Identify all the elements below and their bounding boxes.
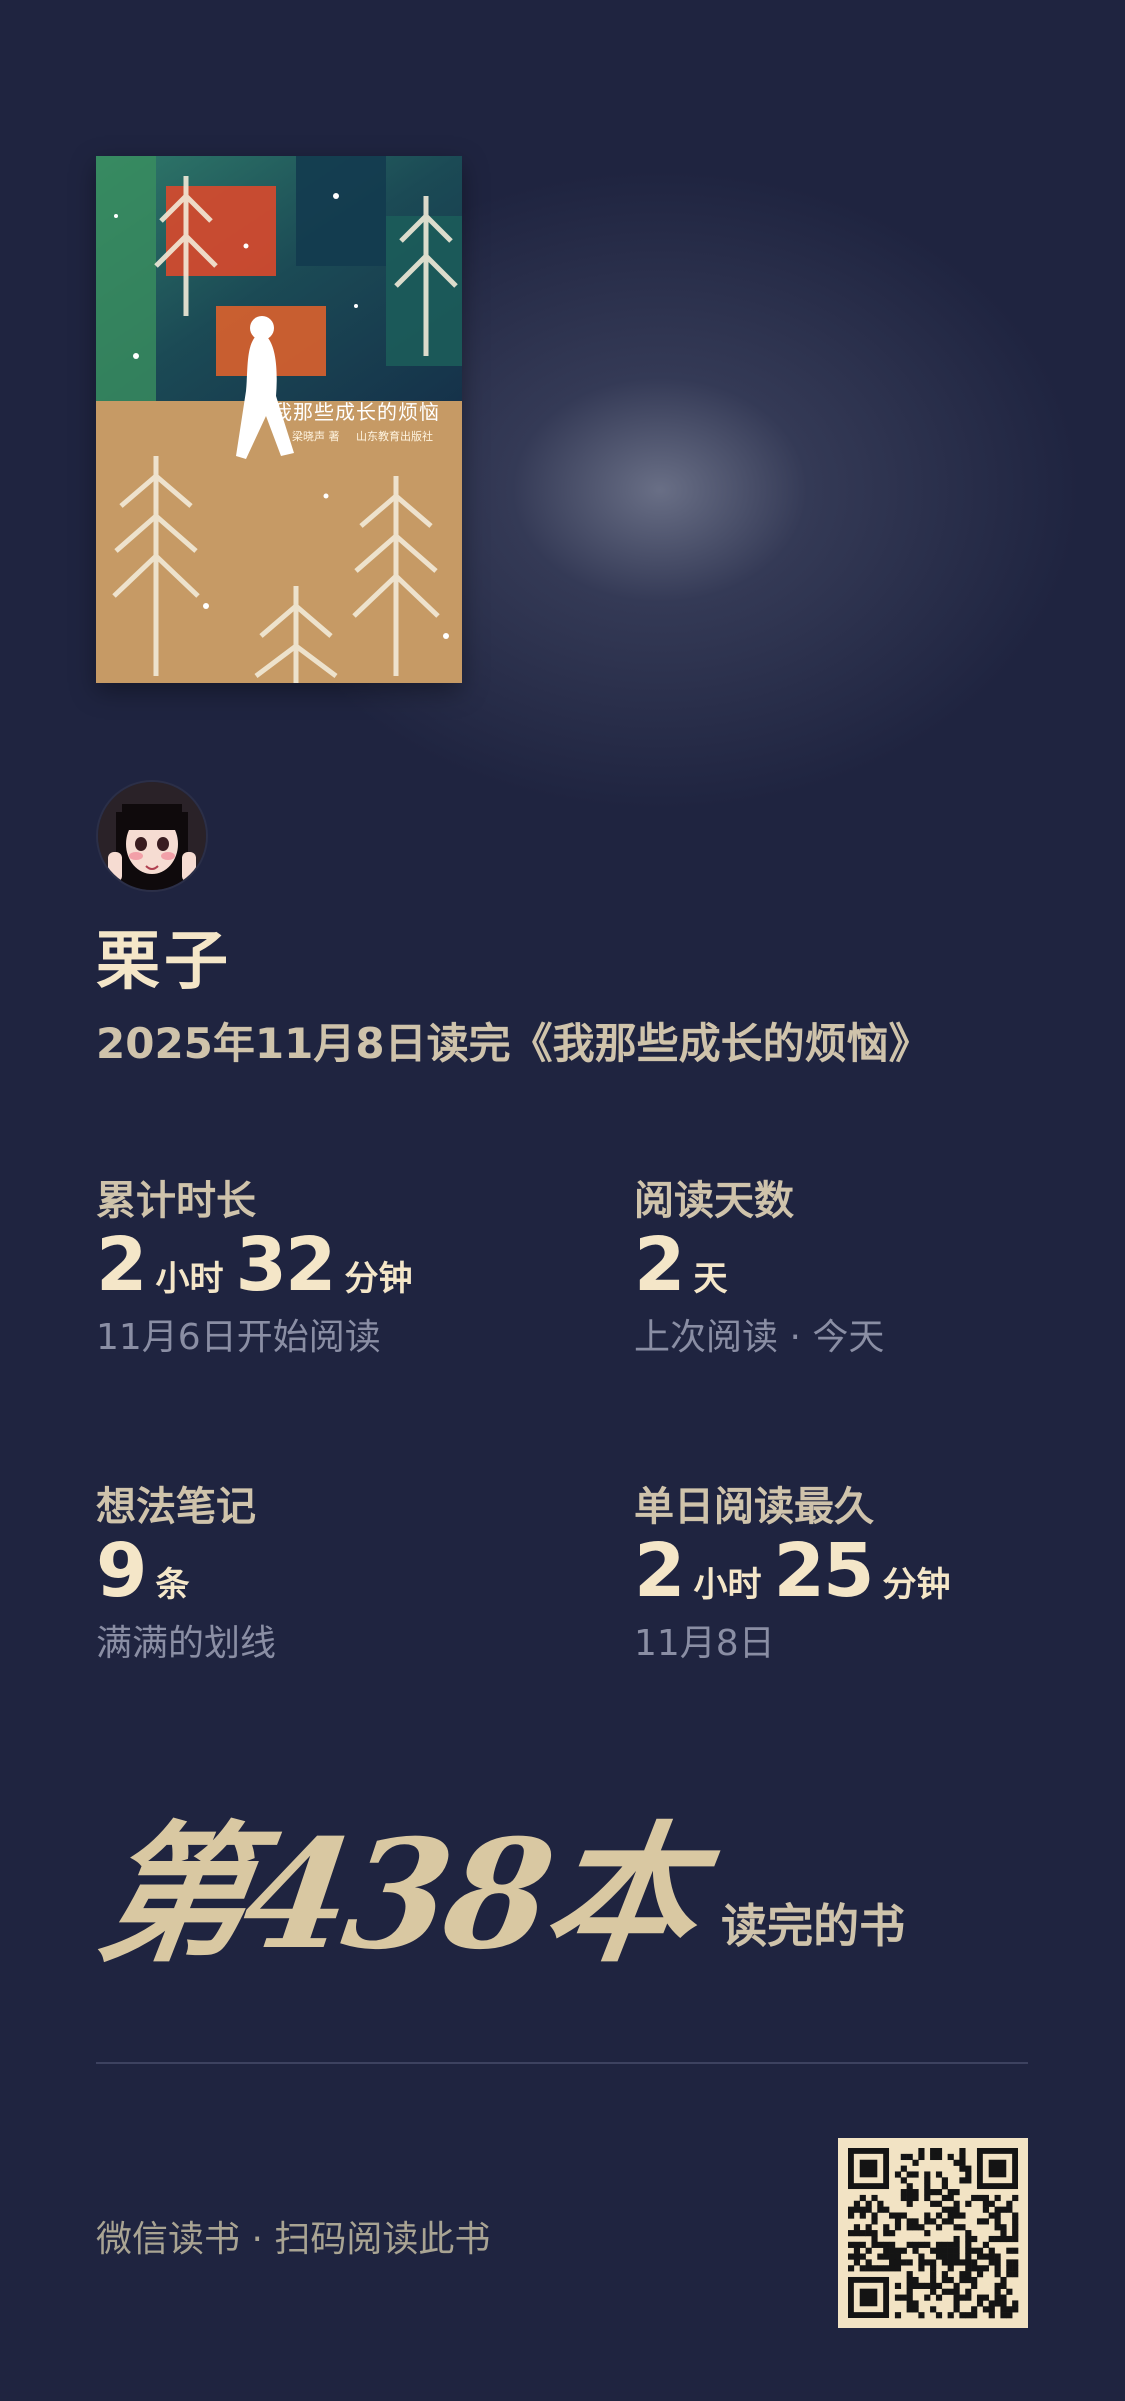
notes-number: 9 <box>96 1528 147 1614</box>
minutes-number: 32 <box>235 1222 337 1308</box>
stat-reading-days: 阅读天数 2 天 上次阅读 · 今天 <box>634 1168 1094 1360</box>
hours-unit: 小时 <box>155 1259 224 1299</box>
stat-value: 9 条 <box>96 1528 556 1614</box>
cover-title: 我那些成长的烦恼 <box>272 400 440 424</box>
qr-code-image <box>838 2138 1028 2328</box>
notes-unit: 条 <box>155 1565 190 1605</box>
hours-unit: 小时 <box>693 1565 762 1605</box>
days-number: 2 <box>634 1222 685 1308</box>
stat-longest-day: 单日阅读最久 2 小时 25 分钟 11月8日 <box>634 1474 1094 1666</box>
cover-publisher: 山东教育出版社 <box>356 430 433 443</box>
stat-value: 2 天 <box>634 1222 1094 1308</box>
minutes-unit: 分钟 <box>344 1259 413 1299</box>
avatar[interactable] <box>96 780 208 892</box>
avatar-image <box>98 782 206 890</box>
stat-subtitle: 满满的划线 <box>96 1623 277 1664</box>
book-cover[interactable]: 我那些成长的烦恼 梁晓声 著 山东教育出版社 <box>96 156 462 683</box>
stat-title: 累计时长 <box>96 1178 256 1224</box>
divider <box>96 2062 1028 2064</box>
qr-code[interactable] <box>838 2138 1028 2328</box>
footer-text: 微信读书 · 扫码阅读此书 <box>96 2219 491 2260</box>
stat-subtitle: 11月6日开始阅读 <box>96 1317 381 1358</box>
stat-notes: 想法笔记 9 条 满满的划线 <box>96 1474 556 1666</box>
user-name: 栗子 <box>96 924 232 999</box>
stat-subtitle: 上次阅读 · 今天 <box>634 1317 885 1358</box>
book-rank: 第438本 读完的书 <box>88 1807 906 1983</box>
stat-total-time: 累计时长 2 小时 32 分钟 11月6日开始阅读 <box>96 1168 556 1360</box>
minutes-unit: 分钟 <box>882 1565 951 1605</box>
stat-value: 2 小时 25 分钟 <box>634 1528 1094 1614</box>
stat-subtitle: 11月8日 <box>634 1623 775 1664</box>
rank-number: 第438本 <box>87 1807 706 1983</box>
hours-number: 2 <box>634 1528 685 1614</box>
stat-title: 单日阅读最久 <box>634 1484 874 1530</box>
rank-suffix: 读完的书 <box>721 1899 906 1953</box>
stat-value: 2 小时 32 分钟 <box>96 1222 556 1308</box>
stat-title: 想法笔记 <box>96 1484 256 1530</box>
minutes-number: 25 <box>773 1528 875 1614</box>
days-unit: 天 <box>693 1259 728 1299</box>
hours-number: 2 <box>96 1222 147 1308</box>
finish-date-line: 2025年11月8日读完《我那些成长的烦恼》 <box>96 1019 931 1068</box>
stat-title: 阅读天数 <box>634 1178 794 1224</box>
cover-author: 梁晓声 著 <box>292 430 340 443</box>
